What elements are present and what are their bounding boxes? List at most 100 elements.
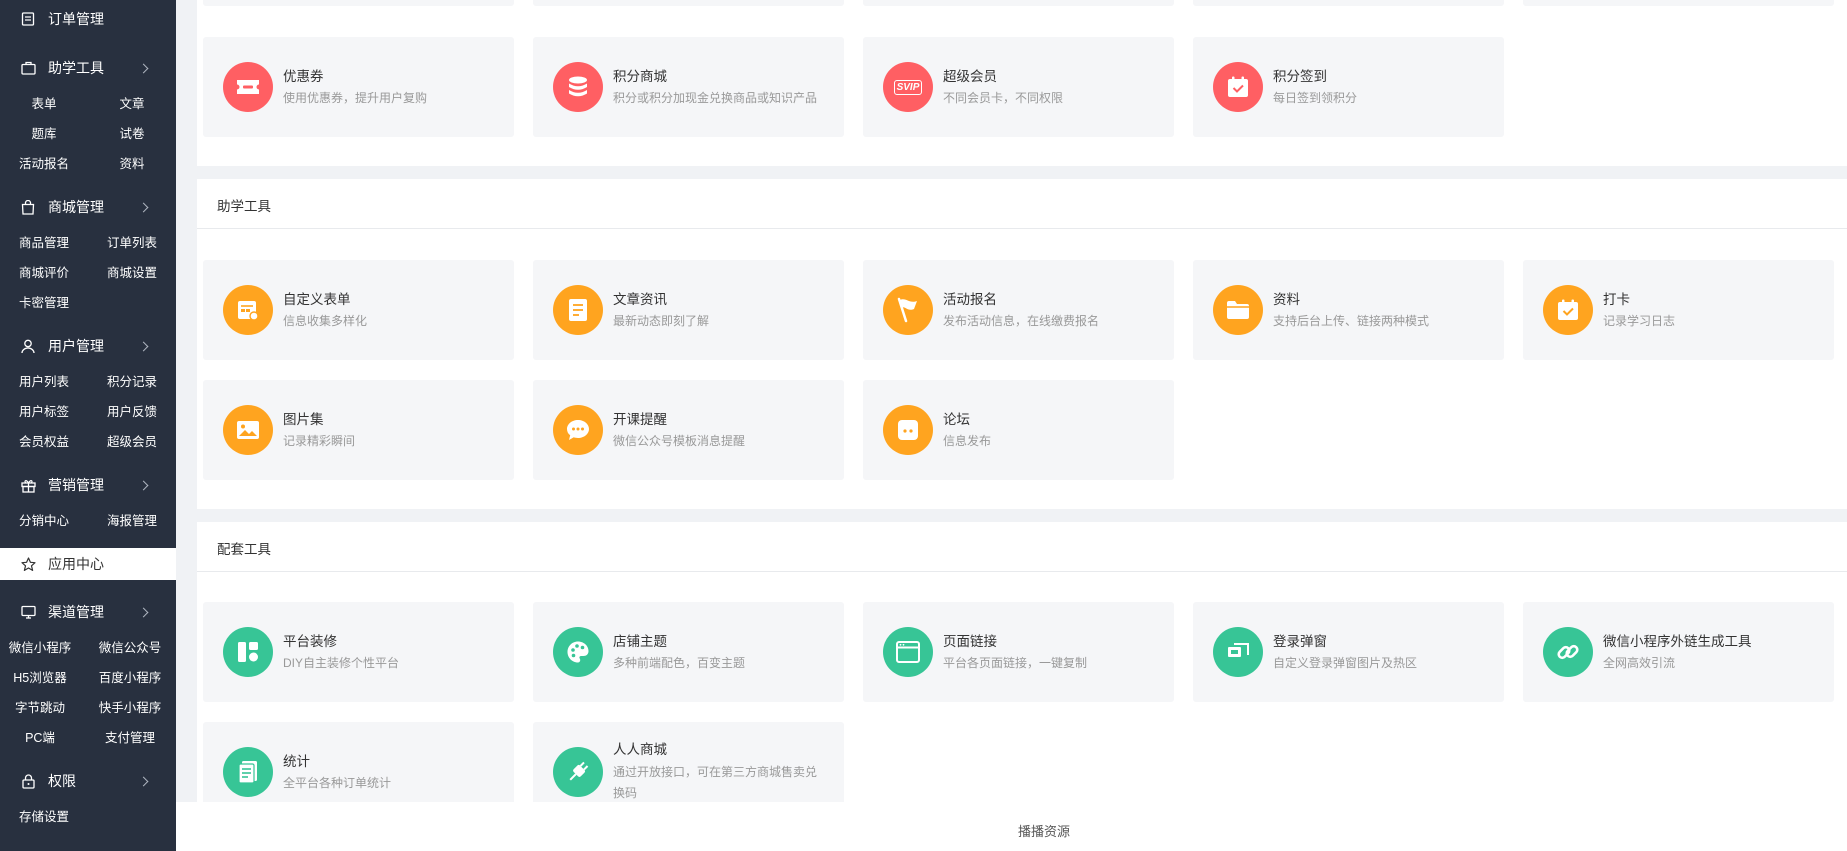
app-card-partial[interactable] [863,0,1174,6]
app-card-title: 图片集 [283,412,324,427]
sidebar-group-permission[interactable]: 权限 [0,766,176,796]
sidebar-subitem[interactable]: 卡密管理 [0,292,88,311]
calendar-check-icon [1543,285,1593,335]
sidebar-subitem[interactable]: 用户列表 [0,371,88,390]
sidebar-subitem[interactable]: 资料 [88,153,176,172]
app-card-desc: 多种前端配色，百变主题 [613,656,746,670]
app-card-desc: 全网高效引流 [1603,656,1676,670]
app-card-super-member[interactable]: SVIP 超级会员 不同会员卡，不同权限 [863,37,1174,137]
app-card-title: 论坛 [943,412,970,427]
app-card-gallery[interactable]: 图片集 记录精彩瞬间 [203,380,514,480]
sidebar-subitem[interactable]: 商品管理 [0,232,88,251]
app-card-coupon[interactable]: 优惠券 使用优惠券，提升用户复购 [203,37,514,137]
app-card-store-theme[interactable]: 店铺主题 多种前端配色，百变主题 [533,602,844,702]
app-card-desc: 平台各页面链接，一键复制 [943,656,1088,670]
app-card-desc: 每日签到领积分 [1273,91,1358,105]
app-card-desc: 使用优惠券，提升用户复购 [283,91,428,105]
app-card-title: 开课提醒 [613,412,667,427]
app-card-desc: 支持后台上传、链接两种模式 [1273,314,1430,328]
sidebar-group-study-tools[interactable]: 助学工具 [0,53,176,83]
sidebar-subitem[interactable]: 会员权益 [0,431,88,450]
app-card-materials[interactable]: 资料 支持后台上传、链接两种模式 [1193,260,1504,360]
app-card-articles[interactable]: 文章资讯 最新动态即刻了解 [533,260,844,360]
sidebar-group-label: 营销管理 [48,477,104,493]
app-card-partial[interactable] [203,0,514,6]
sidebar-subitem[interactable]: PC端 [0,727,84,746]
app-card-partial[interactable] [1193,0,1504,6]
sidebar-item-order-management[interactable]: 订单管理 [0,4,176,34]
sidebar-subitem[interactable]: 商城评价 [0,262,88,281]
sidebar-subitem[interactable]: 积分记录 [88,371,176,390]
sidebar-subitem[interactable]: 支付管理 [86,727,174,746]
app-card-class-reminder[interactable]: 开课提醒 微信公众号模板消息提醒 [533,380,844,480]
app-card-title: 活动报名 [943,292,997,307]
app-card-platform-decoration[interactable]: 平台装修 DIY自主装修个性平台 [203,602,514,702]
sidebar-group-label: 商城管理 [48,199,104,215]
sidebar-subitem[interactable]: 分销中心 [0,510,88,529]
section-title: 配套工具 [217,542,271,557]
sidebar-subitem[interactable]: 微信公众号 [86,637,174,656]
sidebar-item-label: 订单管理 [48,11,104,27]
app-card-points-mall[interactable]: 积分商城 积分或积分加现金兑换商品或知识产品 [533,37,844,137]
lock-icon [20,773,36,789]
chevron-right-icon [138,341,149,351]
app-card-desc: 信息发布 [943,434,992,448]
bag-icon [20,60,36,76]
flag-icon [883,285,933,335]
app-card-title: 打卡 [1603,292,1630,307]
user-icon [20,338,36,354]
chevron-right-icon [138,202,149,212]
study-tools-panel: 助学工具 自定义表单 信息收集多样化 文章资讯 最新动态即刻了解 活动报名 发布… [197,179,1847,509]
sidebar-group-mall[interactable]: 商城管理 [0,192,176,222]
sidebar-subitem[interactable]: 百度小程序 [86,667,174,686]
sidebar-group-marketing[interactable]: 营销管理 [0,470,176,500]
sidebar-subitem[interactable]: 活动报名 [0,153,88,172]
sidebar-subitem[interactable]: 试卷 [88,123,176,142]
app-card-desc: 积分或积分加现金兑换商品或知识产品 [613,91,818,105]
app-card-wechat-link-tool[interactable]: 微信小程序外链生成工具 全网高效引流 [1523,602,1834,702]
app-card-title: 平台装修 [283,634,337,649]
folder-icon [1213,285,1263,335]
support-tools-panel: 配套工具 平台装修 DIY自主装修个性平台 店铺主题 多种前端配色，百变主题 页… [197,522,1847,822]
sidebar-subitem[interactable]: 文章 [88,93,176,112]
app-card-desc: 信息收集多样化 [283,314,368,328]
sidebar-subitem[interactable]: 存储设置 [0,806,88,825]
sidebar-subitem[interactable]: 表单 [0,93,88,112]
sidebar-subitem[interactable]: 微信小程序 [0,637,84,656]
popup-icon [1213,627,1263,677]
app-card-checkin[interactable]: 打卡 记录学习日志 [1523,260,1834,360]
svip-badge-text: SVIP [893,79,923,95]
sidebar-group-user[interactable]: 用户管理 [0,331,176,361]
section-divider [197,228,1847,229]
chevron-right-icon [138,607,149,617]
app-card-event-signup[interactable]: 活动报名 发布活动信息，在线缴费报名 [863,260,1174,360]
app-card-page-links[interactable]: 页面链接 平台各页面链接，一键复制 [863,602,1174,702]
app-card-title: 店铺主题 [613,634,667,649]
sidebar-subitem[interactable]: 海报管理 [88,510,176,529]
app-card-partial[interactable] [533,0,844,6]
sidebar-subitem[interactable]: 用户反馈 [88,401,176,420]
svip-icon: SVIP [883,62,933,112]
layout-icon [223,627,273,677]
sidebar-subitem[interactable]: 订单列表 [88,232,176,251]
image-icon [223,405,273,455]
app-card-forum[interactable]: 论坛 信息发布 [863,380,1174,480]
coins-icon [553,62,603,112]
sidebar-item-label: 应用中心 [48,556,104,572]
app-card-custom-form[interactable]: 自定义表单 信息收集多样化 [203,260,514,360]
app-card-partial[interactable] [1523,0,1834,6]
palette-icon [553,627,603,677]
sidebar-subitem[interactable]: 字节跳动 [0,697,84,716]
sidebar-subitem[interactable]: 题库 [0,123,88,142]
sidebar-subitem[interactable]: 快手小程序 [86,697,174,716]
sidebar-subitem[interactable]: 用户标签 [0,401,88,420]
app-card-points-checkin[interactable]: 积分签到 每日签到领积分 [1193,37,1504,137]
link-icon [1543,627,1593,677]
sidebar-subitem[interactable]: H5浏览器 [0,667,84,686]
list-icon [20,11,36,27]
sidebar-group-channel[interactable]: 渠道管理 [0,597,176,627]
sidebar-subitem[interactable]: 商城设置 [88,262,176,281]
sidebar-item-app-center[interactable]: 应用中心 [0,548,176,580]
sidebar-subitem[interactable]: 超级会员 [88,431,176,450]
app-card-login-popup[interactable]: 登录弹窗 自定义登录弹窗图片及热区 [1193,602,1504,702]
